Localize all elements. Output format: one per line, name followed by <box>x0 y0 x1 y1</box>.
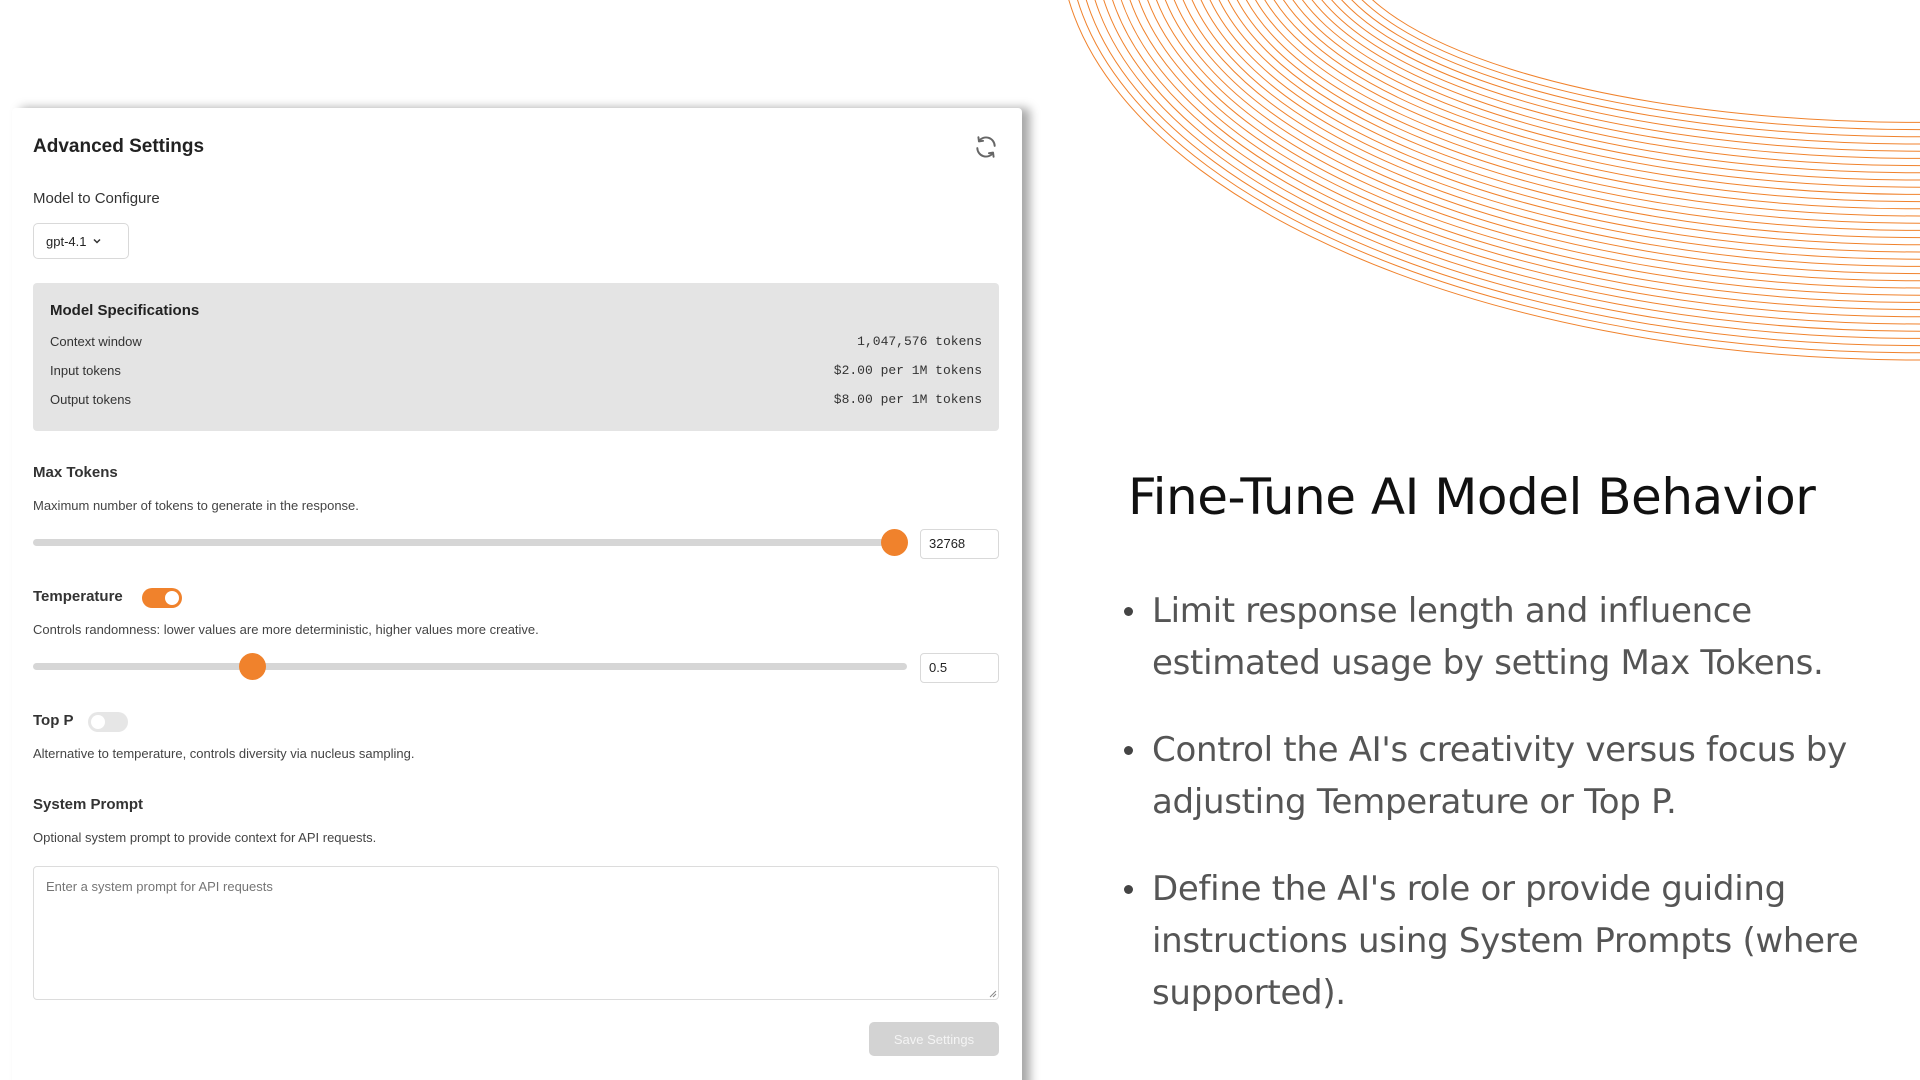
arc-line <box>1227 0 1920 231</box>
spec-label: Input tokens <box>50 363 121 378</box>
model-select-value: gpt-4.1 <box>46 233 87 249</box>
decorative-arcs <box>1068 0 1920 361</box>
slider-track <box>33 663 907 670</box>
temperature-slider[interactable] <box>33 651 907 681</box>
slide-headline: Fine-Tune AI Model Behavior <box>1128 468 1816 526</box>
specs-title: Model Specifications <box>50 302 200 319</box>
arc-line <box>1094 0 1920 339</box>
temperature-label: Temperature <box>33 588 123 605</box>
spec-value: $8.00 per 1M tokens <box>833 392 982 407</box>
bullet-item: Define the AI's role or provide guiding … <box>1122 863 1882 1019</box>
max-tokens-slider[interactable] <box>33 527 908 557</box>
spec-label: Output tokens <box>50 392 131 407</box>
spec-row-input-tokens: Input tokens $2.00 per 1M tokens <box>50 363 982 383</box>
max-tokens-help: Maximum number of tokens to generate in … <box>33 498 359 513</box>
arc-line <box>1273 0 1920 195</box>
refresh-icon[interactable] <box>973 134 999 160</box>
model-select[interactable]: gpt-4.1 <box>33 223 129 259</box>
max-tokens-label: Max Tokens <box>33 464 118 481</box>
spec-row-context-window: Context window 1,047,576 tokens <box>50 334 982 354</box>
model-label: Model to Configure <box>33 190 160 207</box>
temperature-help: Controls randomness: lower values are mo… <box>33 622 539 637</box>
max-tokens-input[interactable]: 32768 <box>920 529 999 559</box>
chevron-down-icon <box>93 238 102 244</box>
top-p-label: Top P <box>33 712 74 729</box>
arc-line <box>1103 0 1920 332</box>
arc-line <box>1236 0 1920 224</box>
bullet-text: Define the AI's role or provide guiding … <box>1152 869 1859 1013</box>
temperature-toggle[interactable] <box>142 588 182 608</box>
bullet-dot <box>1124 885 1133 894</box>
spec-row-output-tokens: Output tokens $8.00 per 1M tokens <box>50 392 982 412</box>
toggle-knob <box>91 715 105 729</box>
advanced-settings-panel: Advanced Settings Model to Configure gpt… <box>12 108 1022 1080</box>
arc-line <box>1264 0 1920 203</box>
arc-line <box>1361 0 1920 131</box>
system-prompt-textarea[interactable] <box>33 866 999 1000</box>
bullet-item: Control the AI's creativity versus focus… <box>1122 724 1882 828</box>
spec-value: 1,047,576 tokens <box>857 334 982 349</box>
slider-thumb[interactable] <box>880 529 908 556</box>
panel-title: Advanced Settings <box>33 136 205 157</box>
model-specifications: Model Specifications Context window 1,04… <box>33 283 999 431</box>
top-p-help: Alternative to temperature, controls div… <box>33 746 415 761</box>
slider-thumb[interactable] <box>238 653 266 680</box>
arc-line <box>1341 0 1920 145</box>
bullet-list: Limit response length and influence esti… <box>1122 585 1882 1054</box>
system-prompt-help: Optional system prompt to provide contex… <box>33 830 377 845</box>
arc-line <box>1156 0 1920 289</box>
bullet-item: Limit response length and influence esti… <box>1122 585 1882 689</box>
save-settings-button[interactable]: Save Settings <box>869 1022 999 1056</box>
bullet-text: Control the AI's creativity versus focus… <box>1152 730 1847 822</box>
toggle-knob <box>165 591 179 605</box>
arc-line <box>1068 0 1920 361</box>
arc-line <box>1292 0 1920 181</box>
system-prompt-label: System Prompt <box>33 796 144 813</box>
slider-track <box>33 539 907 546</box>
top-p-toggle[interactable] <box>88 712 128 732</box>
spec-label: Context window <box>50 334 142 349</box>
arc-line <box>1173 0 1920 274</box>
temperature-input[interactable]: 0.5 <box>920 653 999 683</box>
bullet-dot <box>1124 746 1133 755</box>
bullet-text: Limit response length and influence esti… <box>1152 591 1824 683</box>
arc-line <box>1209 0 1920 246</box>
arc-line <box>1372 0 1920 123</box>
spec-value: $2.00 per 1M tokens <box>833 363 982 378</box>
arc-line <box>1351 0 1920 138</box>
bullet-dot <box>1124 607 1133 616</box>
resize-grip-icon[interactable] <box>988 989 997 998</box>
